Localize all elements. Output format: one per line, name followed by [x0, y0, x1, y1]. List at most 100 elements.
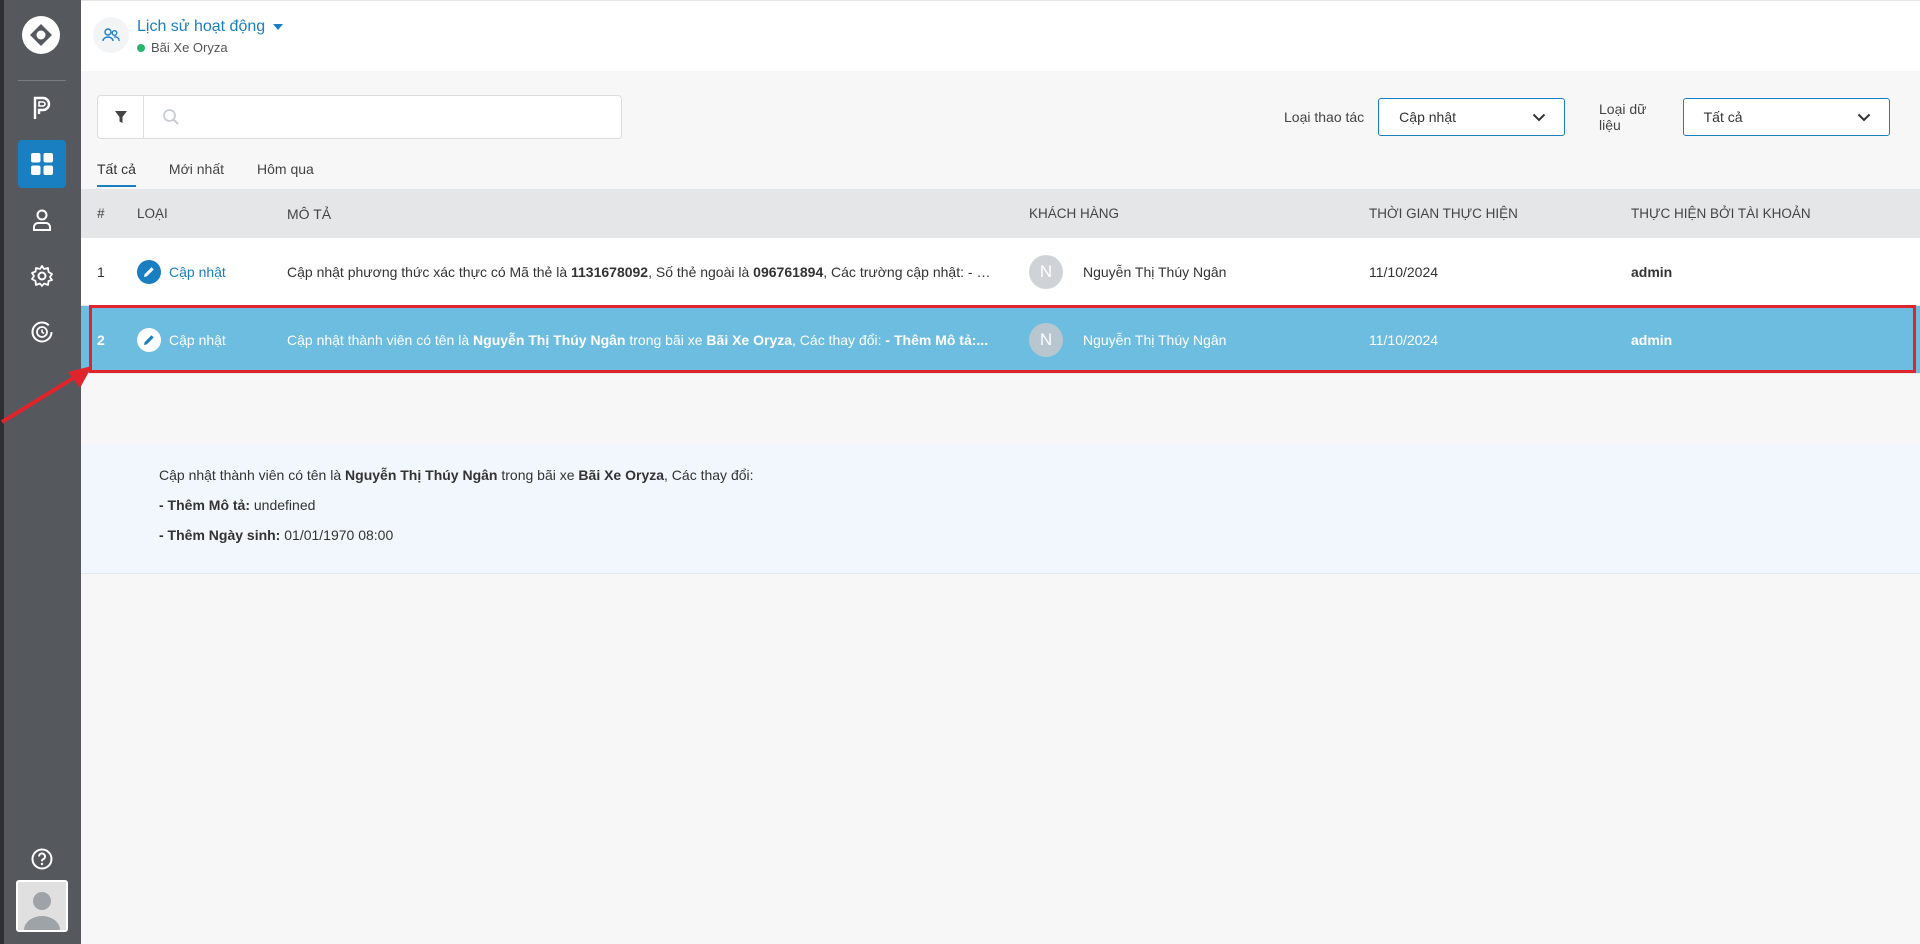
edit-icon: [137, 259, 161, 284]
search-icon: [163, 109, 179, 125]
table-row-selected[interactable]: 2 Cập nhật Cập nhật thành viên có tên là…: [81, 306, 1920, 374]
row-account: admin: [1631, 263, 1673, 280]
detail-line-2: - Thêm Mô tả: undefined: [159, 497, 315, 513]
annotation-arrow-icon: [0, 366, 92, 424]
detail-value: undefined: [250, 497, 316, 513]
desc-bold: - Thêm Mô tả:...: [885, 331, 989, 348]
status-dot: [137, 43, 145, 52]
sidebar-item-users[interactable]: [18, 196, 66, 244]
row-detail-panel: Cập nhật thành viên có tên là Nguyễn Thị…: [81, 444, 1920, 574]
filter-data-label: Loại dữ liệu: [1599, 101, 1647, 133]
user-icon: [33, 209, 51, 231]
history-clock-icon: [31, 321, 53, 343]
detail-label: - Thêm Mô tả:: [159, 497, 250, 513]
caret-down-icon[interactable]: [273, 23, 284, 31]
desc-text: , Các trường cập nhật: - Ản...: [823, 263, 999, 280]
row-type: Cập nhật: [137, 327, 226, 352]
chevron-down-icon: [1857, 113, 1871, 121]
desc-bold: 1131678092: [571, 263, 649, 280]
page-header: Lịch sử hoạt động Bãi Xe Oryza: [81, 0, 1920, 71]
row-time: 11/10/2024: [1369, 263, 1439, 280]
detail-text: trong bãi xe: [497, 467, 579, 483]
filter-button[interactable]: [98, 96, 144, 138]
detail-bold: Bãi Xe Oryza: [578, 467, 665, 483]
gear-icon: [31, 265, 53, 287]
sidebar-item-settings[interactable]: [18, 252, 66, 300]
col-type: LOẠI: [137, 206, 168, 221]
search-input[interactable]: [144, 96, 621, 138]
row-description: Cập nhật phương thức xác thực có Mã thẻ …: [287, 264, 999, 280]
tab-newest[interactable]: Mới nhất: [169, 161, 224, 187]
filter-action-value: Cập nhật: [1399, 109, 1456, 125]
help-icon: [31, 848, 53, 870]
row-type: Cập nhật: [137, 259, 226, 284]
row-type-label: Cập nhật: [169, 331, 226, 348]
customer-name: Nguyễn Thị Thúy Ngân: [1083, 263, 1227, 280]
detail-bold: Nguyễn Thị Thúy Ngân: [345, 467, 498, 483]
dashboard-grid-icon: [31, 153, 53, 175]
table-header: # LOẠI MÔ TẢ KHÁCH HÀNG THỜI GIAN THỰC H…: [81, 189, 1920, 238]
sidebar-item-parking[interactable]: [18, 84, 66, 132]
col-time: THỜI GIAN THỰC HIỆN: [1369, 206, 1518, 221]
row-account: admin: [1631, 331, 1673, 348]
customer-avatar: N: [1029, 254, 1063, 289]
row-time: 11/10/2024: [1369, 331, 1439, 348]
col-customer: KHÁCH HÀNG: [1029, 206, 1120, 221]
user-avatar[interactable]: [16, 880, 68, 932]
tab-all[interactable]: Tất cả: [97, 161, 136, 187]
desc-text: Cập nhật thành viên có tên là: [287, 331, 474, 348]
tab-yesterday[interactable]: Hôm qua: [257, 161, 314, 187]
filter-data-select[interactable]: Tất cả: [1682, 98, 1890, 136]
filter-data-value: Tất cả: [1703, 109, 1743, 125]
tabs: Tất cả Mới nhất Hôm qua: [97, 161, 314, 187]
chevron-down-icon: [1532, 113, 1546, 121]
oryza-logo-icon[interactable]: [22, 16, 60, 54]
desc-bold: Nguyễn Thị Thúy Ngân: [473, 331, 626, 348]
desc-text: , Các thay đổi:: [792, 331, 886, 348]
sidebar-divider: [18, 80, 66, 81]
desc-bold: Bãi Xe Oryza: [706, 331, 793, 348]
parking-lot-name: Bãi Xe Oryza: [151, 40, 228, 55]
parking-icon: [33, 96, 51, 119]
filter-icon: [114, 111, 127, 123]
customer-avatar: N: [1029, 322, 1063, 357]
parking-lot-subtitle: Bãi Xe Oryza: [137, 40, 228, 55]
detail-line-1: Cập nhật thành viên có tên là Nguyễn Thị…: [159, 467, 754, 483]
edit-icon: [137, 327, 161, 352]
row-index: 1: [97, 263, 105, 280]
filter-data-group: Loại dữ liệu Tất cả: [1599, 95, 1890, 139]
row-customer: N Nguyễn Thị Thúy Ngân: [1029, 322, 1227, 357]
filter-action-group: Loại thao tác Cập nhật: [1284, 95, 1566, 139]
sidebar-item-dashboard[interactable]: [18, 140, 66, 188]
detail-line-3: - Thêm Ngày sinh: 01/01/1970 08:00: [159, 527, 393, 543]
main-content: Loại thao tác Cập nhật Loại dữ liệu Tất …: [81, 71, 1920, 944]
toolbar: Loại thao tác Cập nhật Loại dữ liệu Tất …: [97, 95, 1890, 139]
row-customer: N Nguyễn Thị Thúy Ngân: [1029, 254, 1227, 289]
sidebar: [0, 0, 81, 944]
avatar-placeholder-icon: [24, 892, 60, 930]
filter-action-label: Loại thao tác: [1284, 109, 1365, 125]
filter-action-select[interactable]: Cập nhật: [1378, 98, 1566, 136]
row-type-label: Cập nhật: [169, 263, 226, 280]
col-account: THỰC HIỆN BỞI TÀI KHOẢN: [1631, 206, 1811, 221]
detail-value: 01/01/1970 08:00: [280, 527, 394, 543]
detail-text: , Các thay đổi:: [664, 467, 754, 483]
table-row[interactable]: 1 Cập nhật Cập nhật phương thức xác thực…: [81, 238, 1920, 306]
sidebar-item-help[interactable]: [18, 835, 66, 883]
search-box: [97, 95, 622, 139]
desc-bold: 096761894: [753, 263, 824, 280]
detail-text: Cập nhật thành viên có tên là: [159, 467, 346, 483]
page-title-text: Lịch sử hoạt động: [137, 18, 266, 35]
desc-text: trong bãi xe: [625, 331, 707, 348]
row-index: 2: [97, 331, 105, 348]
sidebar-item-history[interactable]: [18, 308, 66, 356]
activity-table: # LOẠI MÔ TẢ KHÁCH HÀNG THỜI GIAN THỰC H…: [81, 189, 1920, 374]
col-description: MÔ TẢ: [287, 205, 332, 222]
detail-label: - Thêm Ngày sinh:: [159, 527, 281, 543]
activity-users-icon: [93, 17, 129, 53]
desc-text: Cập nhật phương thức xác thực có Mã thẻ …: [287, 263, 571, 280]
col-index: #: [97, 206, 105, 221]
customer-name: Nguyễn Thị Thúy Ngân: [1083, 331, 1227, 348]
row-description: Cập nhật thành viên có tên là Nguyễn Thị…: [287, 332, 999, 348]
page-title[interactable]: Lịch sử hoạt động: [137, 18, 284, 36]
